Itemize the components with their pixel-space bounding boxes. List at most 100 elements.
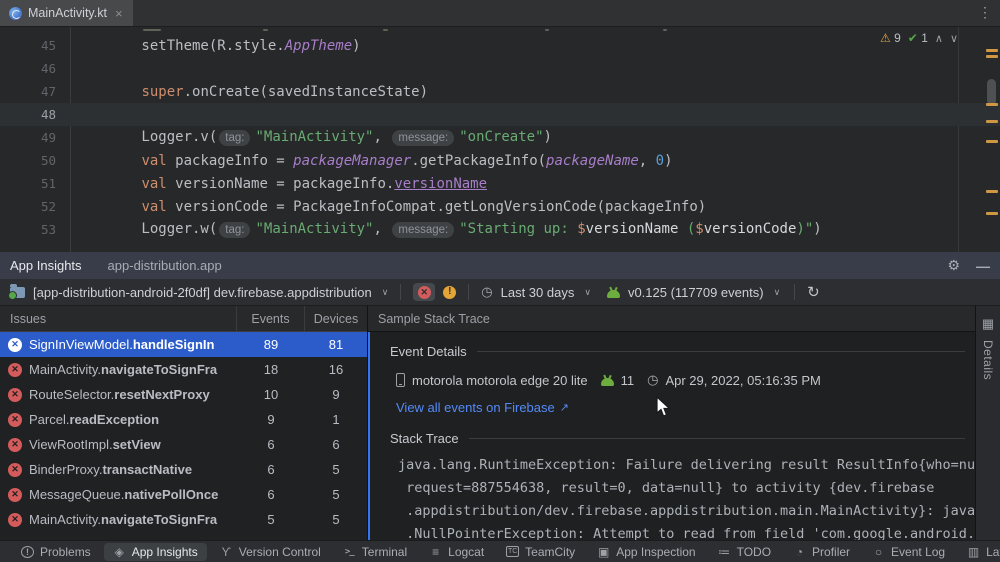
os-version: 11	[621, 373, 635, 388]
version-selector[interactable]: v0.125 (117709 events)	[628, 285, 764, 300]
chevron-down-icon: ∨	[584, 287, 591, 298]
issue-row[interactable]: ✕RouteSelector.resetNextProxy109	[0, 382, 367, 407]
stack-trace-line[interactable]: java.lang.RuntimeException: Failure deli…	[398, 454, 975, 477]
code-lines: 45 setTheme(R.style.AppTheme) 46 47 super.…	[0, 34, 1000, 241]
stack-pane-content[interactable]: Event Details motorola motorola edge 20 …	[368, 332, 975, 540]
issue-row[interactable]: ✕ViewRootImpl.setView66	[0, 432, 367, 457]
hide-panel-icon[interactable]: —	[976, 258, 990, 274]
filter-errors-button[interactable]: ✕	[413, 283, 435, 301]
tool-window-button-version-control[interactable]: ϒVersion Control	[211, 543, 330, 561]
editor-tab-bar: MainActivity.kt × ⋮	[0, 0, 1000, 27]
passed-count: 1	[921, 31, 928, 45]
error-stripe[interactable]	[984, 27, 1000, 252]
view-events-link[interactable]: View all events on Firebase ↗	[396, 400, 975, 415]
code-line[interactable]: 51 val versionName = packageInfo.version…	[0, 172, 1000, 195]
issues-rows: ✕SignInViewModel.handleSignIn8981✕MainAc…	[0, 332, 367, 532]
prev-issue-icon[interactable]: ∧	[935, 32, 943, 45]
code-line[interactable]: 48	[0, 103, 1000, 126]
android-studio-window: MainActivity.kt × ⋮ 45 setTheme(R.style.…	[0, 0, 1000, 562]
details-tab-label[interactable]: Details	[981, 340, 995, 380]
toolbar-separator	[468, 284, 469, 300]
tool-window-label: TeamCity	[525, 545, 575, 559]
issue-row[interactable]: ✕BinderProxy.transactNative65	[0, 457, 367, 482]
device-name: motorola motorola edge 20 lite	[412, 373, 588, 388]
project-folder-icon	[10, 287, 25, 298]
tool-window-button-teamcity[interactable]: TC TeamCity	[497, 543, 584, 561]
crash-icon: ✕	[8, 338, 22, 352]
crash-icon: ✕	[8, 363, 22, 377]
column-events[interactable]: Events	[237, 306, 305, 331]
refresh-icon[interactable]: ↻	[807, 283, 820, 301]
tab-close-icon[interactable]: ×	[115, 6, 123, 21]
tool-window-label: Layout I	[986, 545, 1000, 559]
line-number: 47	[0, 84, 56, 99]
stack-trace-lines: java.lang.RuntimeException: Failure deli…	[398, 454, 975, 540]
terminal-icon: >_	[343, 547, 356, 557]
tab-options-kebab-icon[interactable]: ⋮	[978, 4, 992, 21]
kotlin-file-icon	[9, 7, 22, 20]
android-icon	[601, 378, 614, 386]
tool-window-button-todo[interactable]: ≔TODO	[709, 543, 780, 561]
stack-trace-line[interactable]: .appdistribution/dev.firebase.appdistrib…	[398, 500, 975, 523]
toolbar-separator	[794, 284, 795, 300]
issue-row[interactable]: ✕SignInViewModel.handleSignIn8981	[0, 332, 367, 357]
inspections-widget[interactable]: ⚠ 9 ✔ 1 ∧ ∨	[880, 31, 958, 45]
section-rule	[469, 438, 965, 439]
issue-row[interactable]: ✕MessageQueue.nativePollOnce65	[0, 482, 367, 507]
column-devices[interactable]: Devices	[305, 306, 367, 331]
issue-row[interactable]: ✕Parcel.readException91	[0, 407, 367, 432]
tool-window-button-app-inspection[interactable]: ▣App Inspection	[588, 543, 704, 561]
details-sidebar: ▦ Details	[975, 306, 1000, 540]
chevron-down-icon: ∨	[774, 287, 781, 298]
crash-icon: ✕	[8, 388, 22, 402]
project-selector[interactable]: [app-distribution-android-2f0df] dev.fir…	[33, 285, 372, 300]
code-editor[interactable]: 45 setTheme(R.style.AppTheme) 46 47 super.…	[0, 27, 1000, 252]
issue-row[interactable]: ✕MainActivity.navigateToSignFra1816	[0, 357, 367, 382]
mouse-cursor	[656, 396, 672, 418]
tool-window-label: Terminal	[362, 545, 407, 559]
tool-window-button-terminal[interactable]: >_ Terminal	[334, 543, 416, 561]
tool-window-label: App Insights	[132, 545, 198, 559]
scrollbar-thumb[interactable]	[987, 79, 996, 105]
issues-table-header: Issues Events Devices	[0, 306, 367, 332]
tool-window-button-event-log[interactable]: ○Event Log	[863, 543, 954, 561]
line-number: 52	[0, 199, 56, 214]
teamcity-icon: TC	[506, 546, 519, 557]
stack-trace-line[interactable]: .NullPointerException: Attempt to read f…	[398, 523, 975, 540]
code-line[interactable]: 50 val packageInfo = packageManager.getP…	[0, 149, 1000, 172]
warning-filter-icon[interactable]: !	[443, 286, 456, 299]
code-line[interactable]: 45 setTheme(R.style.AppTheme)	[0, 34, 1000, 57]
logcat-icon: ≡	[429, 545, 442, 559]
clock-icon: ◷	[481, 284, 492, 300]
code-line[interactable]: 49 Logger.v(tag:"MainActivity", message:…	[0, 126, 1000, 149]
panel-tab-app-distribution[interactable]: app-distribution.app	[108, 258, 222, 273]
tool-window-label: Version Control	[239, 545, 321, 559]
stack-trace-pane: Sample Stack Trace Event Details motorol…	[368, 306, 975, 540]
column-issues[interactable]: Issues	[0, 306, 237, 331]
tool-window-button-layout-inspector[interactable]: ▥ Layout I	[958, 543, 1000, 561]
line-number: 45	[0, 38, 56, 53]
code-line[interactable]: 53 Logger.w(tag:"MainActivity", message:…	[0, 218, 1000, 241]
details-grid-icon[interactable]: ▦	[982, 316, 994, 332]
stack-trace-label: Stack Trace	[390, 431, 459, 446]
todo-icon: ≔	[718, 545, 731, 559]
phone-icon	[396, 373, 405, 387]
layout-inspector-icon: ▥	[967, 545, 980, 559]
tool-window-button-profiler[interactable]: ◔Profiler	[784, 543, 859, 561]
code-line[interactable]: 52 val versionCode = PackageInfoCompat.g…	[0, 195, 1000, 218]
next-issue-icon[interactable]: ∨	[950, 32, 958, 45]
tool-window-button-app-insights[interactable]: ◈App Insights	[104, 543, 207, 561]
time-range-selector[interactable]: Last 30 days	[501, 285, 575, 300]
tool-window-button-logcat[interactable]: ≡Logcat	[420, 543, 493, 561]
chevron-down-icon: ∨	[382, 287, 389, 298]
stack-trace-line[interactable]: request=887554638, result=0, data=null} …	[398, 477, 975, 500]
code-line[interactable]: 46	[0, 57, 1000, 80]
issue-row[interactable]: ✕MainActivity.navigateToSignFra55	[0, 507, 367, 532]
app-insights-header: App Insights app-distribution.app ⚙ —	[0, 252, 1000, 279]
tool-window-button-problems[interactable]: !Problems	[12, 543, 100, 561]
code-line[interactable]: 47 super.onCreate(savedInstanceState)	[0, 80, 1000, 103]
gear-icon[interactable]: ⚙	[947, 257, 960, 274]
problems-icon: !	[21, 546, 34, 558]
tab-mainactivity[interactable]: MainActivity.kt ×	[0, 0, 133, 26]
line-number: 46	[0, 61, 56, 76]
